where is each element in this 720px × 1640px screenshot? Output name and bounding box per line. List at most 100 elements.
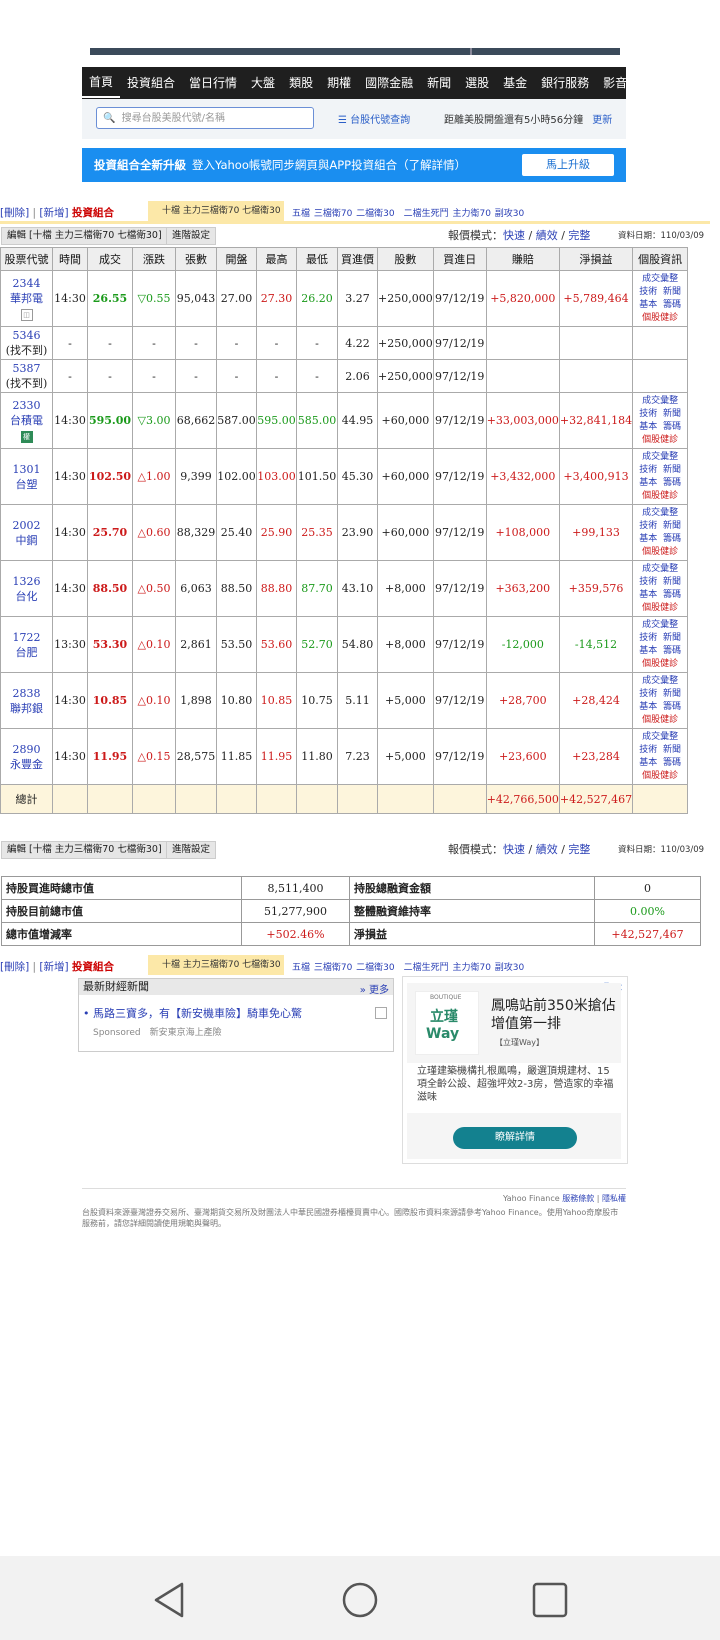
info-link-trades[interactable]: 成交彙整	[642, 452, 678, 462]
refresh-link[interactable]: 更新	[592, 115, 612, 126]
info-link-technical[interactable]: 技術	[639, 577, 657, 587]
info-link-technical[interactable]: 技術	[639, 287, 657, 297]
info-link-trades[interactable]: 成交彙整	[642, 564, 678, 574]
nav-item[interactable]: 投資組合	[120, 67, 182, 99]
stock-code-cell[interactable]: 2838 聯邦銀	[0, 672, 53, 729]
stock-code-cell[interactable]: 2890 永豐金	[0, 728, 53, 785]
stock-code-cell[interactable]: 5346 (找不到)	[0, 326, 53, 360]
info-link-basic[interactable]: 基本	[639, 422, 657, 432]
ad-cta-button[interactable]: 瞭解詳情	[453, 1127, 577, 1149]
mode-fast[interactable]: 快速	[503, 843, 525, 856]
info-link-chips[interactable]: 籌碼	[663, 534, 681, 544]
info-link-technical[interactable]: 技術	[639, 745, 657, 755]
stock-code[interactable]: 2890	[1, 742, 52, 757]
info-link-basic[interactable]: 基本	[639, 758, 657, 768]
info-link-technical[interactable]: 技術	[639, 689, 657, 699]
nav-item[interactable]: 期權	[320, 67, 358, 99]
info-link-trades[interactable]: 成交彙整	[642, 732, 678, 742]
add-link[interactable]: [新增]	[39, 961, 68, 973]
other-portfolio-tabs[interactable]: 五檔 三檔衛70 二檔衛30 二檔生死鬥 主力衛70 副攻30	[292, 960, 524, 973]
edit-button[interactable]: 編輯 [十檔 主力三檔衛70 七檔衛30]	[1, 227, 168, 245]
home-icon[interactable]	[340, 1580, 380, 1620]
promo-text[interactable]: 登入Yahoo帳號同步網頁與APP投資組合（了解詳情）	[192, 157, 466, 173]
info-link-health[interactable]: 個股健診	[642, 715, 678, 725]
info-link-chips[interactable]: 籌碼	[663, 590, 681, 600]
info-link-news[interactable]: 新聞	[663, 745, 681, 755]
info-link-chips[interactable]: 籌碼	[663, 646, 681, 656]
settings-button[interactable]: 進階設定	[166, 227, 217, 245]
info-link-trades[interactable]: 成交彙整	[642, 274, 678, 284]
stock-name[interactable]: 永豐金	[1, 757, 52, 772]
stock-code[interactable]: 2838	[1, 686, 52, 701]
info-link-basic[interactable]: 基本	[639, 702, 657, 712]
nav-item[interactable]: 基金	[496, 67, 534, 99]
info-link-news[interactable]: 新聞	[663, 521, 681, 531]
info-link-health[interactable]: 個股健診	[642, 603, 678, 613]
info-link-chips[interactable]: 籌碼	[663, 478, 681, 488]
stock-code[interactable]: 2344	[1, 276, 52, 291]
info-link-basic[interactable]: 基本	[639, 300, 657, 310]
stock-name[interactable]: 台肥	[1, 645, 52, 660]
info-link-basic[interactable]: 基本	[639, 646, 657, 656]
mode-fast[interactable]: 快速	[503, 229, 525, 242]
info-link-health[interactable]: 個股健診	[642, 659, 678, 669]
nav-item[interactable]: 國際金融	[358, 67, 420, 99]
upgrade-button[interactable]: 馬上升級	[522, 154, 614, 176]
stock-name[interactable]: 台塑	[1, 477, 52, 492]
stock-name[interactable]: 聯邦銀	[1, 701, 52, 716]
info-link-chips[interactable]: 籌碼	[663, 758, 681, 768]
recents-icon[interactable]	[530, 1580, 570, 1620]
stock-code-cell[interactable]: 5387 (找不到)	[0, 359, 53, 393]
stock-code[interactable]: 5387	[1, 361, 52, 376]
info-link-news[interactable]: 新聞	[663, 689, 681, 699]
mode-performance[interactable]: 績效	[536, 843, 558, 856]
stock-code-cell[interactable]: 2002 中鋼	[0, 504, 53, 561]
ad-card[interactable]: ⓘ ✕ BOUTIQUE 立瑾 Way 鳳鳴站前350米搶佔增值第一排 【立瑾W…	[402, 976, 628, 1164]
nav-item[interactable]: 類股	[282, 67, 320, 99]
info-link-news[interactable]: 新聞	[663, 633, 681, 643]
mode-performance[interactable]: 績效	[536, 229, 558, 242]
info-link-news[interactable]: 新聞	[663, 287, 681, 297]
info-link-health[interactable]: 個股健診	[642, 313, 678, 323]
stock-code[interactable]: 5346	[1, 328, 52, 343]
info-link-chips[interactable]: 籌碼	[663, 300, 681, 310]
nav-item[interactable]: 銀行服務	[534, 67, 596, 99]
nav-item[interactable]: 選股	[458, 67, 496, 99]
stock-code-cell[interactable]: 2330 台積電權	[0, 392, 53, 449]
stock-name[interactable]: (找不到)	[1, 343, 52, 358]
stock-code[interactable]: 2002	[1, 518, 52, 533]
stock-name[interactable]: (找不到)	[1, 376, 52, 391]
nav-item[interactable]: 影音	[596, 67, 634, 99]
nav-item[interactable]: 首頁	[82, 68, 121, 98]
tab-active-portfolio[interactable]: 十檔 主力三檔衛70 七檔衛30	[148, 955, 284, 975]
privacy-link[interactable]: 隱私權	[602, 1194, 626, 1203]
edit-button[interactable]: 編輯 [十檔 主力三檔衛70 七檔衛30]	[1, 841, 168, 859]
info-link-basic[interactable]: 基本	[639, 478, 657, 488]
info-link-technical[interactable]: 技術	[639, 521, 657, 531]
info-link-health[interactable]: 個股健診	[642, 547, 678, 557]
info-link-trades[interactable]: 成交彙整	[642, 508, 678, 518]
stock-name[interactable]: 台積電	[1, 413, 52, 428]
back-icon[interactable]	[150, 1580, 190, 1620]
info-link-chips[interactable]: 籌碼	[663, 702, 681, 712]
info-link-news[interactable]: 新聞	[663, 409, 681, 419]
mode-full[interactable]: 完整	[568, 843, 590, 856]
code-query-link[interactable]: ☰ 台股代號查詢	[338, 111, 410, 126]
terms-link[interactable]: 服務條款	[562, 1194, 594, 1203]
info-link-health[interactable]: 個股健診	[642, 435, 678, 445]
nav-item[interactable]: 當日行情	[182, 67, 244, 99]
other-portfolio-tabs[interactable]: 五檔 三檔衛70 二檔衛30 二檔生死鬥 主力衛70 副攻30	[292, 206, 524, 219]
stock-code-cell[interactable]: 2344 華邦電 ◫	[0, 270, 53, 327]
delete-link[interactable]: [刪除]	[0, 961, 29, 973]
add-link[interactable]: [新增]	[39, 207, 68, 219]
info-link-basic[interactable]: 基本	[639, 534, 657, 544]
nav-item[interactable]: 新聞	[420, 67, 458, 99]
info-link-basic[interactable]: 基本	[639, 590, 657, 600]
search-input[interactable]: 🔍 搜尋台股美股代號/名稱	[96, 107, 314, 129]
info-link-trades[interactable]: 成交彙整	[642, 676, 678, 686]
more-news-link[interactable]: » 更多	[360, 981, 389, 996]
info-link-health[interactable]: 個股健診	[642, 771, 678, 781]
mode-full[interactable]: 完整	[568, 229, 590, 242]
settings-button[interactable]: 進階設定	[166, 841, 217, 859]
stock-code-cell[interactable]: 1301 台塑	[0, 448, 53, 505]
